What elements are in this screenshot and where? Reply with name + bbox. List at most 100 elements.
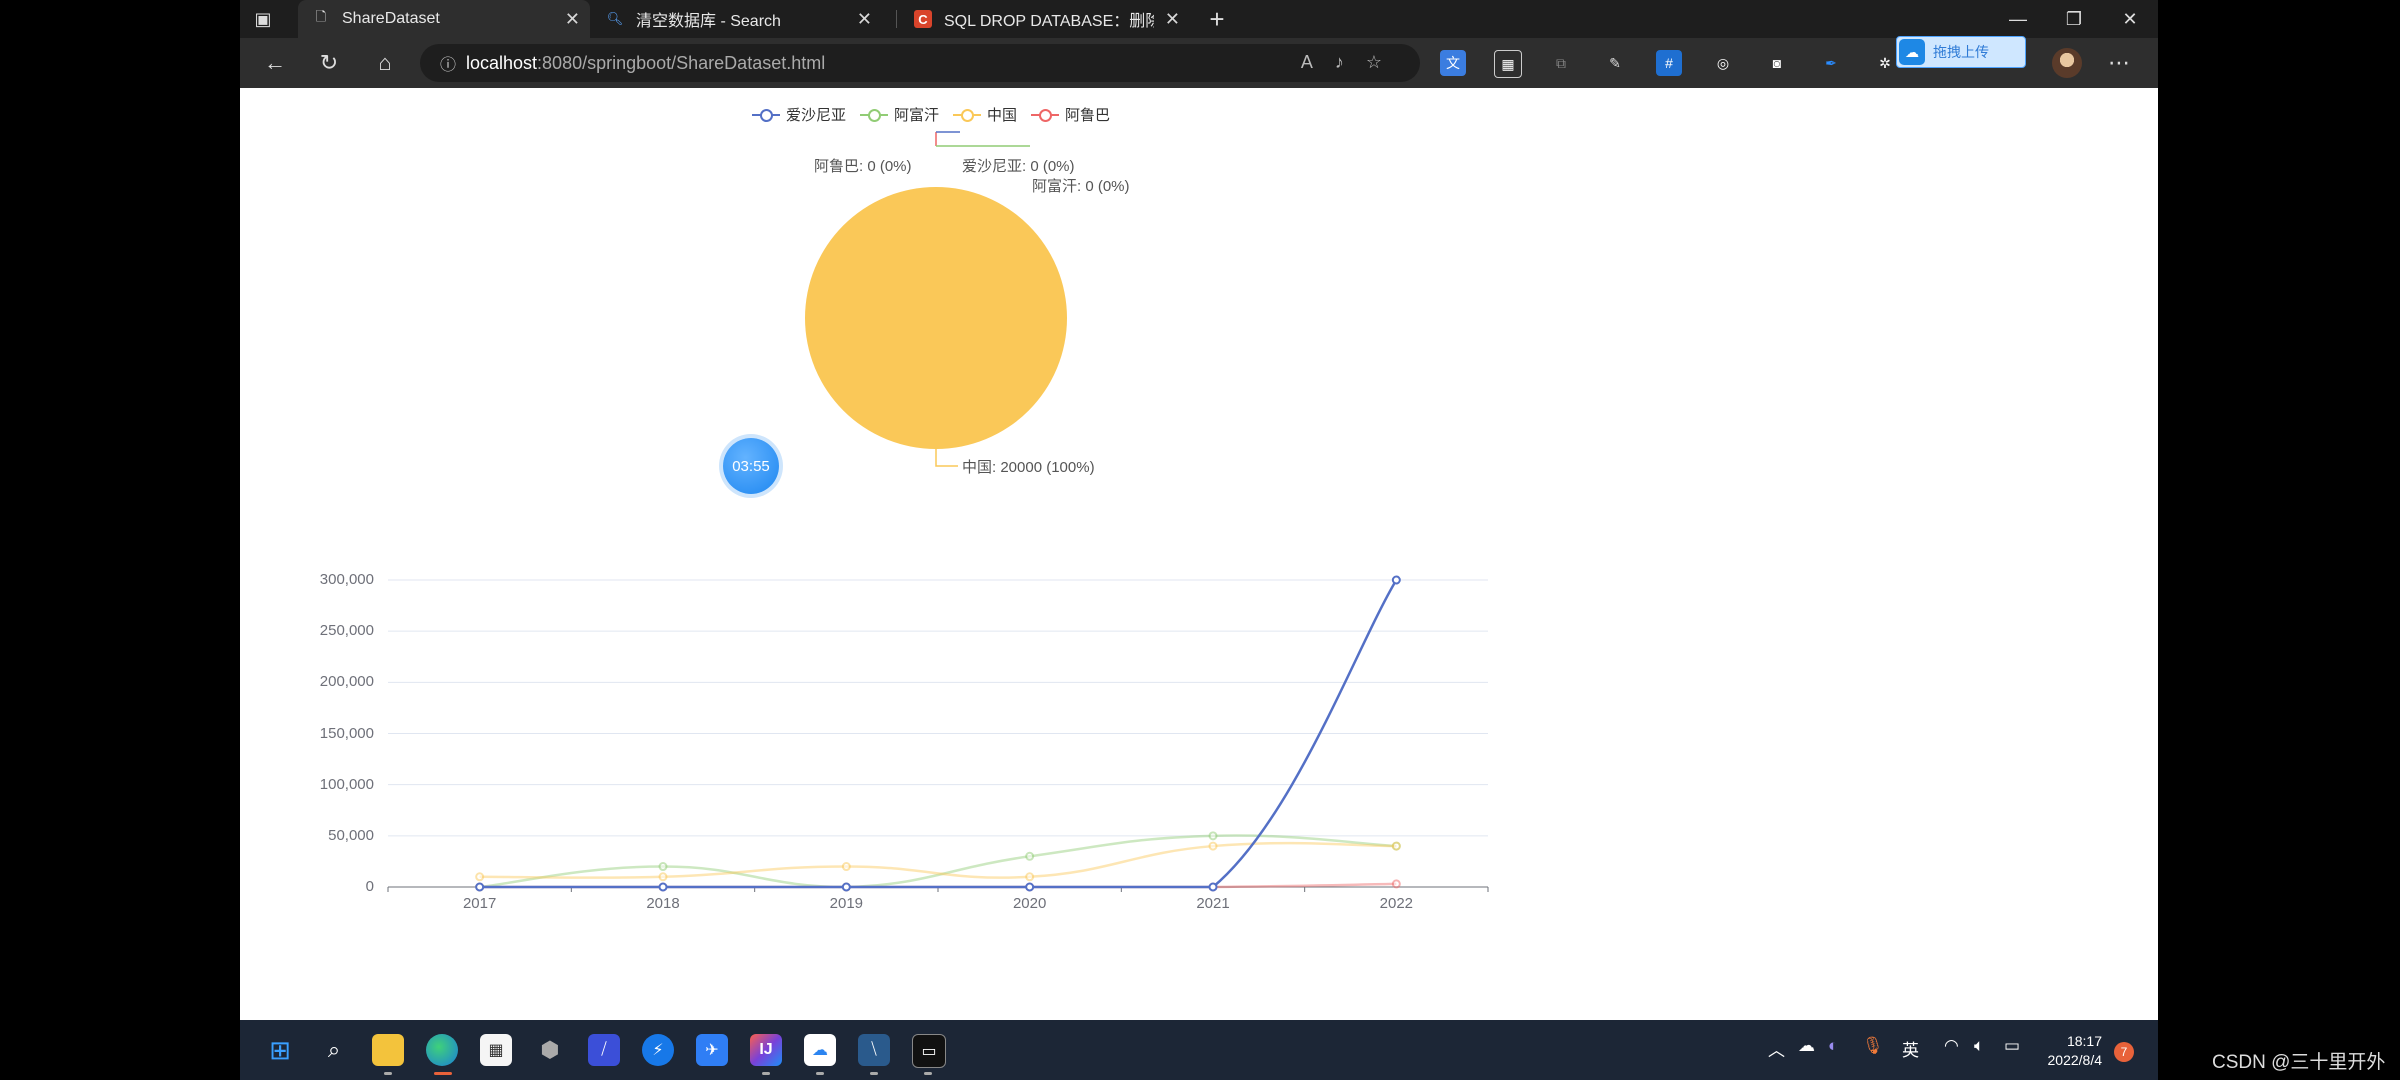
taskbar: ⊞ ⌕ ▦ ⬢ ⧸ ⚡ ✈ IJ ☁ ⧹ ▭ ︿ ☁ ◐ 🎙︎ 英 ◠ 🔈︎ ▭…	[240, 1020, 2158, 1080]
extension-icon[interactable]: ▦	[1494, 50, 1522, 78]
date-text: 2022/8/4	[2047, 1052, 2103, 1068]
data-point	[475, 882, 485, 892]
read-aloud-icon[interactable]: A♪☆	[1301, 52, 1404, 73]
wifi-icon[interactable]: ◠	[1944, 1036, 1959, 1056]
file-explorer-icon[interactable]	[372, 1034, 404, 1066]
microphone-icon[interactable]: 🎙︎	[1862, 1036, 1884, 1056]
search-icon[interactable]: ⌕	[318, 1034, 350, 1066]
page-content: 爱沙尼亚 阿富汗 中国 阿鲁巴 阿鲁巴: 0 (0%) 爱沙尼亚: 0 (0%)…	[240, 88, 2158, 1020]
data-point	[475, 872, 485, 882]
data-point	[658, 872, 668, 882]
notification-badge[interactable]: 7	[2114, 1042, 2134, 1062]
y-tick-label: 50,000	[328, 826, 374, 844]
hashtag-icon[interactable]: #	[1656, 50, 1682, 76]
ime-indicator[interactable]: 英	[1902, 1036, 1919, 1061]
reader-icon[interactable]: ◎	[1710, 50, 1736, 76]
avatar[interactable]	[2052, 48, 2082, 78]
data-point	[841, 862, 851, 872]
data-point	[1391, 575, 1401, 585]
running-indicator	[870, 1072, 878, 1075]
page-icon: 🗋	[315, 9, 327, 24]
battery-icon[interactable]: ▭	[2004, 1036, 2020, 1056]
close-tab-icon[interactable]: ✕	[1165, 9, 1180, 30]
close-tab-icon[interactable]: ✕	[857, 9, 872, 30]
data-point	[1025, 872, 1035, 882]
more-menu-icon[interactable]: ⋯	[2102, 46, 2136, 80]
new-tab-button[interactable]: +	[1200, 2, 1234, 36]
app-tray-icon[interactable]: ◐	[1828, 1036, 1838, 1056]
line-chart	[387, 575, 1489, 892]
edge-icon[interactable]	[426, 1034, 458, 1066]
address-bar[interactable]: ⓘ localhost:8080/springboot/ShareDataset…	[420, 44, 1420, 82]
x-tick-label: 2022	[1379, 895, 1414, 912]
volume-icon[interactable]: 🔈︎	[1974, 1036, 1984, 1056]
xshell-icon[interactable]: ⧹	[858, 1034, 890, 1066]
close-window-icon[interactable]: ✕	[2102, 0, 2158, 38]
back-icon[interactable]: ←	[258, 46, 292, 80]
tab-sql[interactable]: C SQL DROP DATABASE：删除数据 ✕	[900, 0, 1190, 38]
x-tick-label: 2019	[829, 895, 864, 912]
tab-title: ShareDataset	[342, 10, 440, 27]
x-tick-label: 2017	[462, 895, 497, 912]
data-point	[1025, 851, 1035, 861]
x-tick-label: 2021	[1196, 895, 1230, 912]
puzzle-icon[interactable]: ✲	[1872, 50, 1898, 76]
time-text: 18:17	[2066, 1033, 2102, 1049]
onedrive-icon[interactable]: ☁	[1798, 1036, 1815, 1056]
site-info-icon[interactable]: ⓘ	[430, 51, 466, 75]
pen-icon[interactable]: ✒	[1818, 50, 1844, 76]
search-icon: 🔍︎	[606, 11, 624, 26]
url-text[interactable]: localhost:8080/springboot/ShareDataset.h…	[466, 53, 825, 74]
running-indicator	[816, 1072, 824, 1075]
tab-sharedataset[interactable]: 🗋 ShareDataset ✕	[298, 0, 590, 38]
store-icon[interactable]: ▦	[480, 1034, 512, 1066]
terminal-icon[interactable]: ▭	[912, 1034, 946, 1068]
windows-start-icon[interactable]: ⊞	[264, 1034, 296, 1066]
chevron-up-icon[interactable]: ︿	[1768, 1036, 1785, 1061]
home-icon[interactable]: ⌂	[368, 46, 402, 80]
data-point	[1208, 882, 1218, 892]
data-point	[658, 862, 668, 872]
notes-icon[interactable]: ✎	[1602, 50, 1628, 76]
close-tab-icon[interactable]: ✕	[565, 9, 580, 30]
data-point	[1025, 882, 1035, 892]
translate-icon[interactable]: 文	[1440, 50, 1466, 76]
y-tick-label: 100,000	[319, 775, 374, 793]
minimize-icon[interactable]: —	[1990, 0, 2046, 38]
refresh-icon[interactable]: ↻	[312, 46, 346, 80]
y-tick-label: 250,000	[319, 622, 374, 640]
data-point	[658, 882, 668, 892]
watermark: CSDN @三十里开外	[2212, 1052, 2386, 1073]
screen: ▣ 🗋 ShareDataset ✕ 🔍︎ 清空数据库 - Search ✕ C…	[240, 0, 2158, 1080]
capture-icon[interactable]: ◙	[1764, 50, 1790, 76]
y-tick-label: 0	[365, 878, 374, 895]
y-tick-label: 300,000	[319, 571, 374, 588]
site-c-icon: C	[914, 10, 932, 28]
collections-icon[interactable]: ⧉	[1548, 50, 1574, 76]
intellij-icon[interactable]: IJ	[750, 1034, 782, 1066]
tab-search[interactable]: 🔍︎ 清空数据库 - Search ✕	[592, 0, 882, 38]
typora-icon[interactable]: ⧸	[588, 1034, 620, 1066]
cloud-icon: ☁	[1899, 39, 1925, 65]
feishu-icon[interactable]: ✈	[696, 1034, 728, 1066]
data-point	[1391, 879, 1401, 889]
tab-actions-icon[interactable]: ▣	[246, 2, 280, 36]
upload-label: 拖拽上传	[1933, 44, 1989, 60]
series-line-2	[479, 841, 1397, 880]
clock[interactable]: 18:17 2022/8/4	[2038, 1032, 2103, 1070]
tab-title: 清空数据库 - Search	[636, 13, 781, 30]
baidu-netdisk-icon[interactable]: ☁	[804, 1034, 836, 1066]
y-tick-label: 200,000	[319, 673, 374, 691]
data-point	[841, 882, 851, 892]
data-point	[1208, 831, 1218, 841]
upload-widget[interactable]: ☁ 拖拽上传	[1896, 36, 2026, 68]
x-tick-label: 2018	[646, 895, 680, 912]
running-indicator	[384, 1072, 392, 1075]
restore-icon[interactable]: ❐	[2046, 0, 2102, 38]
vmware-icon[interactable]: ⬢	[534, 1034, 566, 1066]
thunder-icon[interactable]: ⚡	[642, 1034, 674, 1066]
tab-title: SQL DROP DATABASE：删除数据	[944, 13, 1154, 30]
y-tick-label: 150,000	[319, 724, 374, 742]
data-point	[1208, 841, 1218, 851]
tab-bar: ▣ 🗋 ShareDataset ✕ 🔍︎ 清空数据库 - Search ✕ C…	[240, 0, 2158, 38]
